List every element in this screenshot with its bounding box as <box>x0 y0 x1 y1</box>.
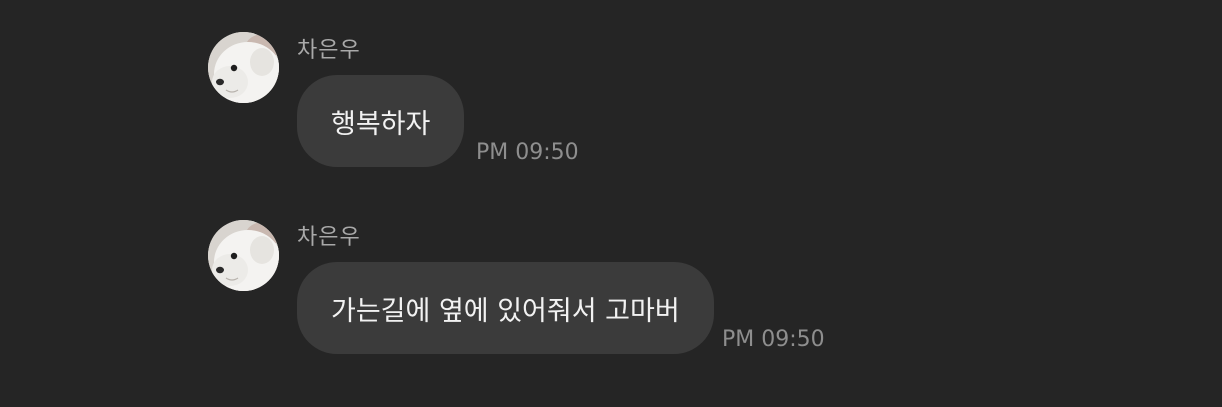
message-time: PM 09:50 <box>476 140 579 165</box>
sender-name: 차은우 <box>297 38 361 63</box>
sender-name: 차은우 <box>297 225 361 250</box>
avatar[interactable] <box>208 220 279 291</box>
dog-avatar-icon <box>208 220 279 291</box>
message-bubble[interactable]: 행복하자 <box>297 75 465 167</box>
dog-avatar-icon <box>208 32 279 103</box>
avatar[interactable] <box>208 32 279 103</box>
message-bubble[interactable]: 가는길에 옆에 있어줘서 고마버 <box>297 262 714 354</box>
message-time: PM 09:50 <box>722 327 825 352</box>
